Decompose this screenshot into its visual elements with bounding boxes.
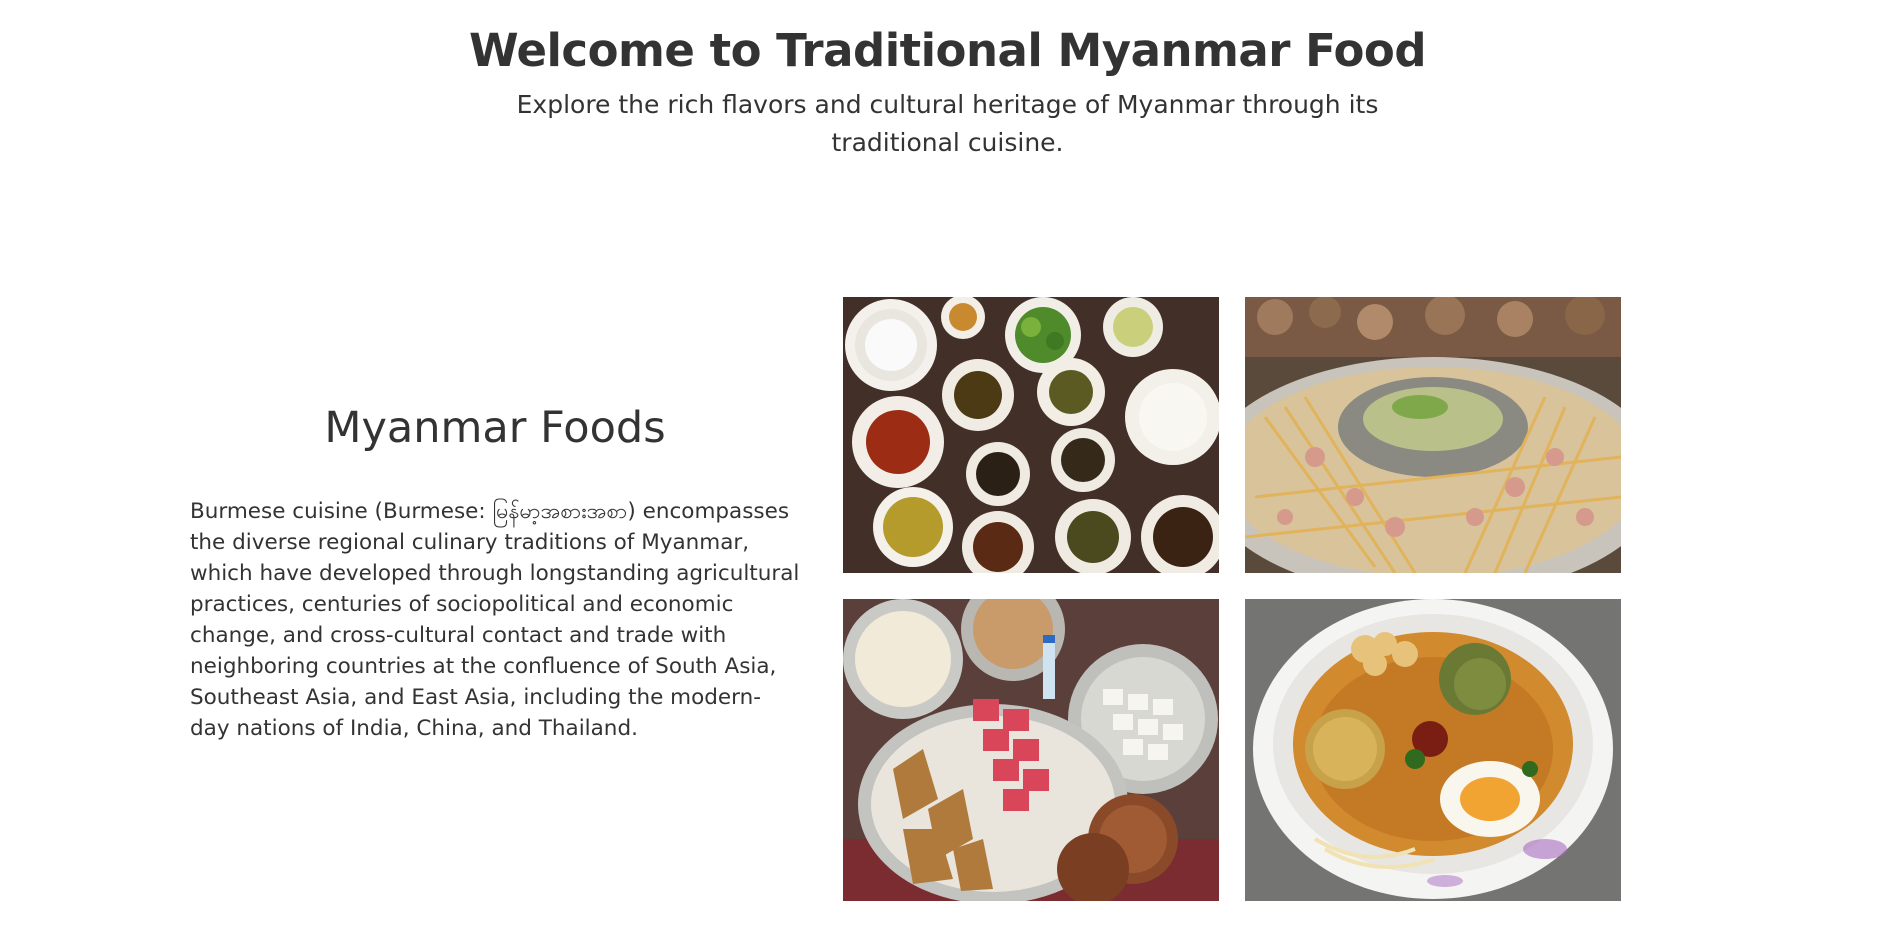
rice-and-curry-spread-photo [843,297,1219,573]
section-heading: Myanmar Foods [324,403,666,453]
page-title: Welcome to Traditional Myanmar Food [468,24,1427,77]
myanmar-foods-intro: Myanmar Foods Burmese cuisine (Burmese: … [190,398,800,744]
page-subtitle: Explore the rich flavors and cultural he… [516,90,1379,157]
hot-pot-skewers-photo [1245,297,1621,573]
market-snacks-platter-photo [843,599,1219,901]
food-gallery [843,297,1621,901]
hero-section: Welcome to Traditional Myanmar Food Expl… [0,22,1895,162]
section-description: Burmese cuisine (Burmese: မြန်မာ့အစားအစာ… [190,499,800,741]
noodle-soup-bowl-photo [1245,599,1621,901]
